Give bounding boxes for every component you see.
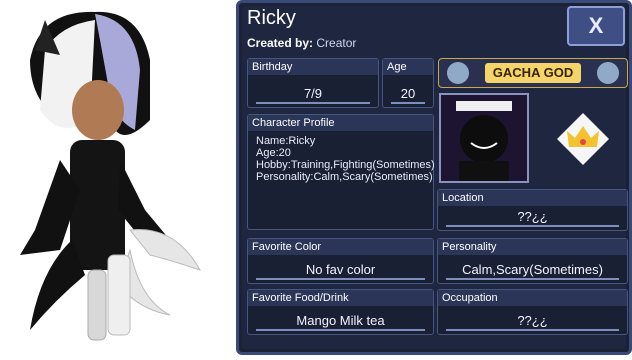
favorite-food-value: Mango Milk tea (296, 313, 385, 328)
location-box: Location ??¿¿ (437, 189, 628, 231)
character-profile-text: Name:Ricky Age:20 Hobby:Training,Fightin… (256, 135, 435, 183)
occupation-label: Occupation (438, 290, 627, 306)
occupation-value: ??¿¿ (517, 313, 548, 328)
gacha-god-badge: GACHA GOD (438, 58, 628, 88)
portrait-art (441, 95, 527, 181)
birthday-value: 7/9 (303, 86, 323, 101)
crown-icon (555, 111, 611, 167)
personality-underline (446, 278, 619, 280)
personality-value: Calm,Scary(Sometimes) (462, 262, 603, 277)
favorite-color-label: Favorite Color (248, 239, 433, 255)
location-underline (446, 225, 619, 227)
personality-label: Personality (438, 239, 627, 255)
personality-box: Personality Calm,Scary(Sometimes) (437, 238, 628, 284)
character-name: Ricky (247, 7, 296, 29)
character-profile-box: Character Profile Name:Ricky Age:20 Hobb… (247, 114, 435, 230)
age-label: Age (383, 59, 433, 75)
creator-name: Creator (316, 36, 357, 50)
character-portrait (439, 93, 529, 183)
angel-icon (597, 62, 619, 84)
favorite-color-underline (256, 278, 425, 280)
badge-label: GACHA GOD (485, 63, 581, 83)
age-box: Age 20 (382, 58, 434, 108)
angel-icon (447, 62, 469, 84)
created-by-label: Created by: (247, 36, 314, 50)
occupation-underline (446, 329, 619, 331)
character-figure (0, 0, 236, 355)
favorite-color-box: Favorite Color No fav color (247, 238, 434, 284)
character-illustration (20, 11, 202, 341)
favorite-food-underline (256, 329, 425, 331)
close-button[interactable]: X (567, 6, 625, 46)
age-value: 20 (400, 86, 416, 101)
crown-graphic (557, 113, 609, 165)
character-info-panel: Ricky Created by: Creator X Birthday 7/9… (236, 0, 632, 355)
age-underline (391, 102, 425, 104)
occupation-box: Occupation ??¿¿ (437, 289, 628, 335)
favorite-food-box: Favorite Food/Drink Mango Milk tea (247, 289, 434, 335)
creator-line: Created by: Creator (247, 36, 356, 50)
birthday-underline (256, 102, 370, 104)
birthday-box: Birthday 7/9 (247, 58, 379, 108)
favorite-color-value: No fav color (305, 262, 376, 277)
favorite-food-label: Favorite Food/Drink (248, 290, 433, 306)
birthday-label: Birthday (248, 59, 378, 75)
character-profile-label: Character Profile (248, 115, 433, 131)
location-value: ??¿¿ (517, 209, 548, 224)
location-label: Location (438, 190, 627, 206)
